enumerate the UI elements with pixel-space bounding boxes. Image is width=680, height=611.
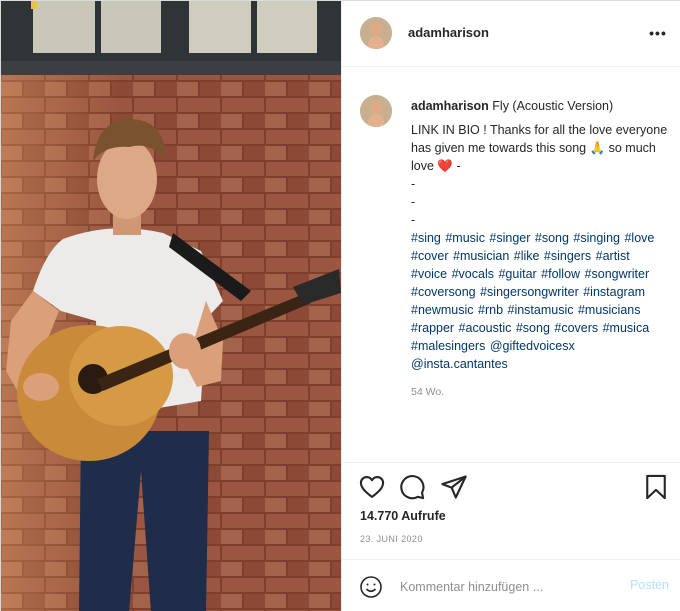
caption-time-ago: 54 Wo. — [411, 386, 445, 398]
caption-dash: - — [411, 213, 416, 227]
caption: adamharison Fly (Acoustic Version) LINK … — [411, 97, 669, 401]
comments-section: adamharison Fly (Acoustic Version) LINK … — [342, 81, 680, 461]
bookmark-icon[interactable] — [642, 473, 670, 501]
view-count[interactable]: 14.770 Aufrufe — [360, 509, 446, 523]
comment-icon[interactable] — [398, 473, 426, 501]
post-video-frame — [1, 1, 341, 611]
author-avatar[interactable] — [360, 17, 392, 49]
caption-body: LINK IN BIO ! Thanks for all the love ev… — [411, 123, 668, 173]
more-options-icon[interactable]: ••• — [647, 23, 669, 43]
caption-dash: - — [411, 177, 416, 191]
emoji-icon[interactable] — [359, 575, 383, 599]
post-video[interactable] — [1, 1, 341, 611]
action-bar — [342, 462, 680, 510]
caption-dash: - — [411, 195, 416, 209]
caption-title: Fly (Acoustic Version) — [492, 99, 614, 113]
author-username[interactable]: adamharison — [408, 25, 489, 40]
post-side-panel: adamharison ••• adamharison Fly (Acousti… — [341, 1, 680, 611]
post-date: 23. JUNI 2020 — [360, 534, 423, 544]
caption-title-line: adamharison Fly (Acoustic Version) — [411, 97, 669, 115]
post-header: adamharison ••• — [342, 1, 680, 67]
heart-icon[interactable] — [358, 473, 386, 501]
avatar-image — [360, 95, 392, 127]
caption-author-avatar[interactable] — [360, 95, 392, 127]
comment-input[interactable] — [400, 578, 610, 596]
share-icon[interactable] — [440, 473, 468, 501]
instagram-post: adamharison ••• adamharison Fly (Acousti… — [0, 0, 680, 611]
avatar-image — [360, 17, 392, 49]
caption-username[interactable]: adamharison — [411, 99, 489, 113]
caption-hashtags[interactable]: #sing #music #singer #song #singing #lov… — [411, 229, 669, 373]
add-comment-bar: Posten — [342, 559, 680, 611]
post-comment-button[interactable]: Posten — [630, 578, 669, 592]
